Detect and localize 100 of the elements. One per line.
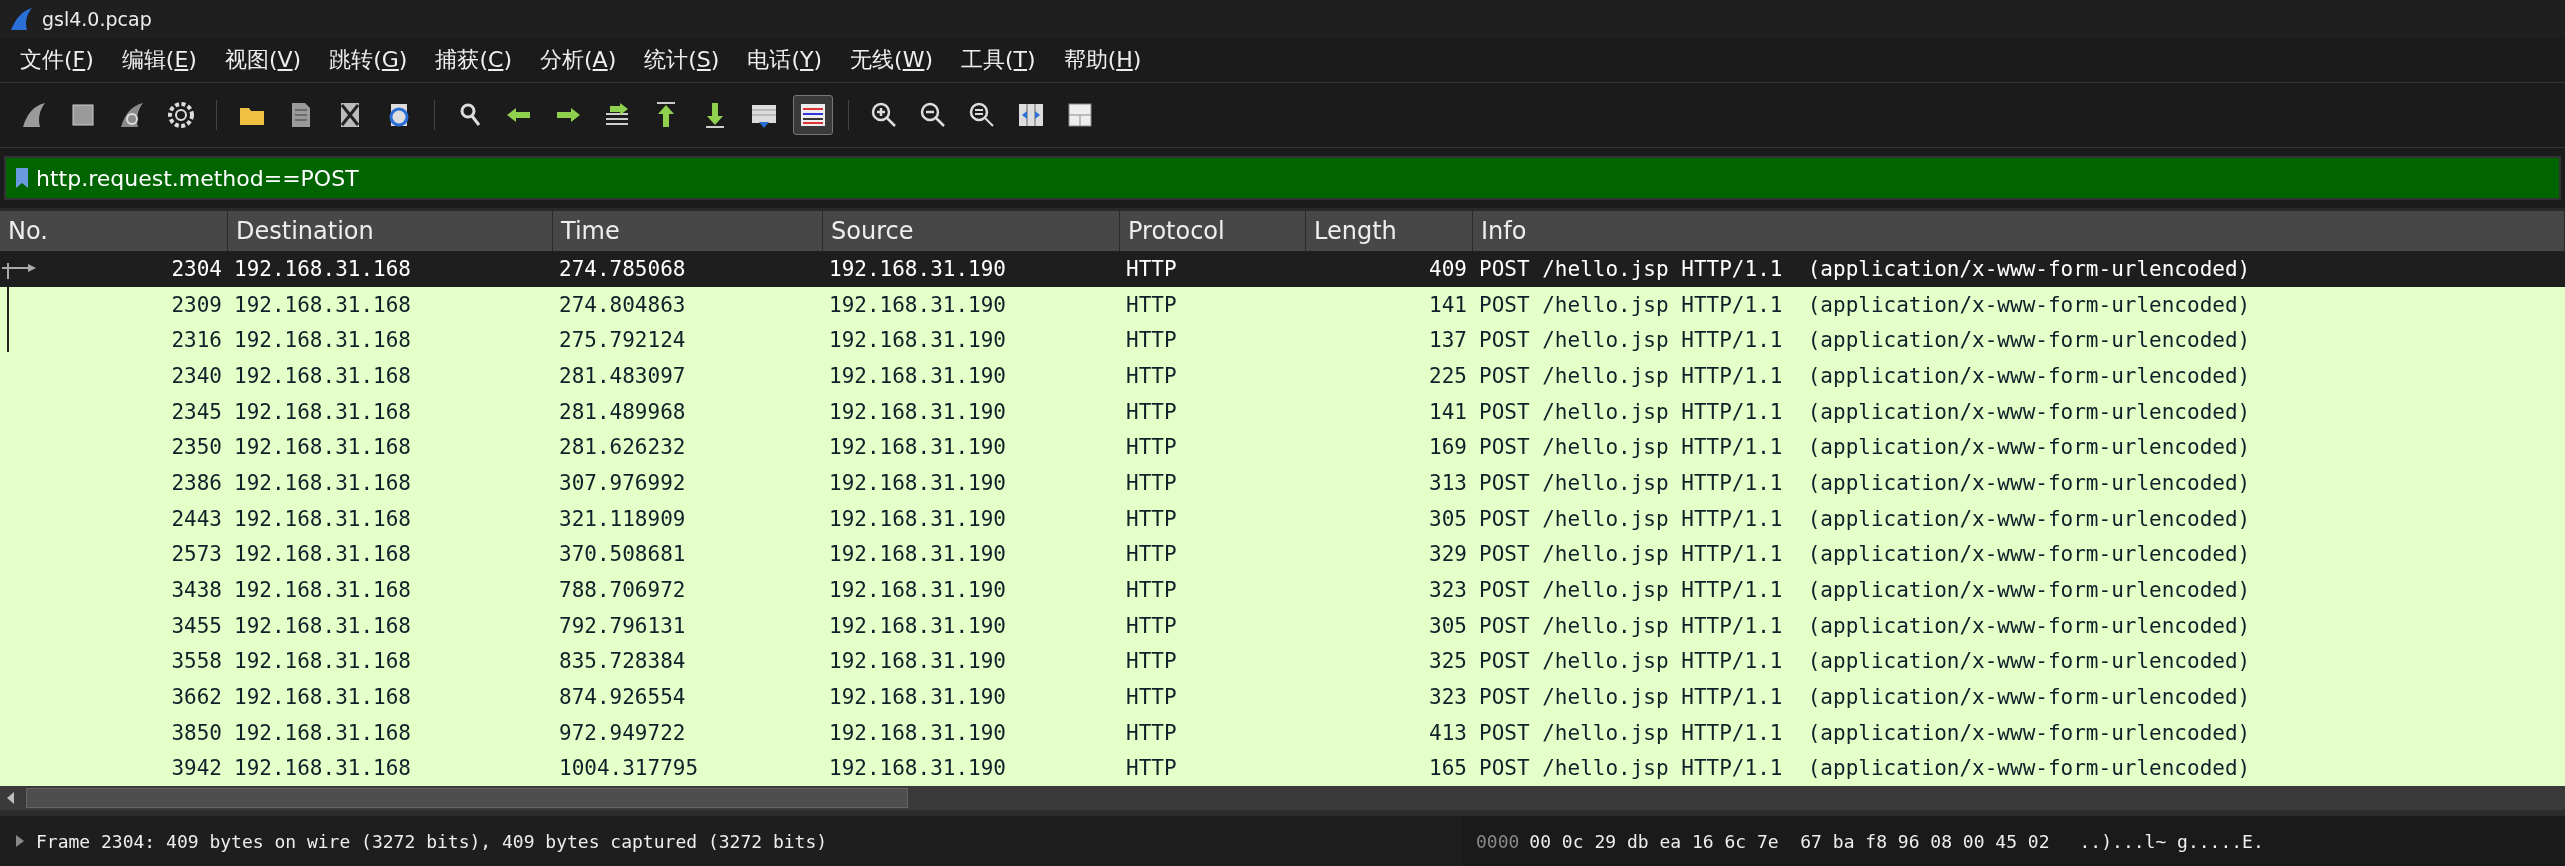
destination-cell: 192.168.31.168 [234,578,411,603]
info-cell: POST /hello.jsp HTTP/1.1 (application/x-www-form-urlencoded) [1479,256,2251,281]
number-cell: 3455 [171,613,222,638]
source-cell: 192.168.31.190 [829,470,1006,495]
number-cell: 3850 [171,720,222,745]
info-cell: POST /hello.jsp HTTP/1.1 (application/x-www-form-urlencoded) [1479,685,2251,710]
number-cell: 2340 [171,363,222,388]
info-cell: POST /hello.jsp HTTP/1.1 (application/x-www-form-urlencoded) [1479,578,2251,603]
bookmark-icon[interactable] [14,166,30,190]
number-cell: 3558 [171,649,222,674]
protocol-cell: HTTP [1126,578,1177,603]
protocol-cell: HTTP [1126,470,1177,495]
number-cell: 2386 [171,470,222,495]
menu-item[interactable]: 捕获(C) [435,45,512,75]
filter-field[interactable]: http.request.method==POST [4,156,2561,200]
time-cell: 835.728384 [559,649,686,674]
info-cell: POST /hello.jsp HTTP/1.1 (application/x-www-form-urlencoded) [1479,328,2251,353]
time-cell: 874.926554 [559,685,686,710]
time-cell: 274.785068 [559,256,686,281]
destination-cell: 192.168.31.168 [234,435,411,460]
destination-cell: 192.168.31.168 [234,756,411,781]
menu-item[interactable]: 跳转(G) [329,45,408,75]
time-cell: 792.796131 [559,613,686,638]
protocol-cell: HTTP [1126,649,1177,674]
source-cell: 192.168.31.190 [829,328,1006,353]
length-cell: 323 [1429,578,1467,603]
menu-item[interactable]: 文件(F) [20,45,94,75]
destination-cell: 192.168.31.168 [234,292,411,317]
destination-cell: 192.168.31.168 [234,399,411,424]
number-cell: 2573 [171,542,222,567]
length-cell: 225 [1429,363,1467,388]
scrollbar-thumb[interactable] [26,788,908,809]
toolbar-button[interactable] [793,95,833,135]
number-cell: 2345 [171,399,222,424]
protocol-cell: HTTP [1126,435,1177,460]
gear-icon [166,100,196,130]
packet-row[interactable]: 2304 192.168.31.168 274.785068 192.168.31.190 HTTP 409 POST /hello.jsp HTTP/1.1 (application/x-www-form-urlencoded) [0,251,2565,287]
byte-offset: 0000 [1476,830,1520,852]
source-cell: 192.168.31.190 [829,756,1006,781]
info-cell: POST /hello.jsp HTTP/1.1 (application/x-www-form-urlencoded) [1479,720,2251,745]
hex-bytes: 00 0c 29 db ea 16 6c 7e 67 ba f8 96 08 00 45 02 [1529,830,2050,852]
source-cell: 192.168.31.190 [829,435,1006,460]
destination-cell: 192.168.31.168 [234,506,411,531]
menu-item[interactable]: 帮助(H) [1063,45,1142,75]
protocol-cell: HTTP [1126,720,1177,745]
filter-input[interactable]: http.request.method==POST [36,160,2559,196]
destination-cell: 192.168.31.168 [234,470,411,495]
menu-item[interactable]: 编辑(E) [121,45,197,75]
destination-cell: 192.168.31.168 [234,542,411,567]
menu-item[interactable]: 视图(V) [224,45,302,75]
info-cell: POST /hello.jsp HTTP/1.1 (application/x-www-form-urlencoded) [1479,399,2251,424]
menu-item[interactable]: 分析(A) [540,45,617,75]
info-cell: POST /hello.jsp HTTP/1.1 (application/x-www-form-urlencoded) [1479,756,2251,781]
number-cell: 2309 [171,292,222,317]
time-cell: 281.489968 [559,399,686,424]
source-cell: 192.168.31.190 [829,578,1006,603]
length-cell: 305 [1429,613,1467,638]
source-cell: 192.168.31.190 [829,720,1006,745]
time-cell: 321.118909 [559,506,686,531]
layout-icon [1065,100,1095,130]
length-cell: 313 [1429,470,1467,495]
info-cell: POST /hello.jsp HTTP/1.1 (application/x-www-form-urlencoded) [1479,649,2251,674]
protocol-cell: HTTP [1126,685,1177,710]
source-cell: 192.168.31.190 [829,613,1006,638]
source-cell: 192.168.31.190 [829,649,1006,674]
time-cell: 281.483097 [559,363,686,388]
destination-cell: 192.168.31.168 [234,720,411,745]
length-cell: 137 [1429,328,1467,353]
time-cell: 274.804863 [559,292,686,317]
source-cell: 192.168.31.190 [829,256,1006,281]
info-cell: POST /hello.jsp HTTP/1.1 (application/x-www-form-urlencoded) [1479,470,2251,495]
menu-item[interactable]: 统计(S) [644,45,720,75]
info-cell: POST /hello.jsp HTTP/1.1 (application/x-www-form-urlencoded) [1479,542,2251,567]
protocol-cell: HTTP [1126,363,1177,388]
source-cell: 192.168.31.190 [829,399,1006,424]
info-cell: POST /hello.jsp HTTP/1.1 (application/x-www-form-urlencoded) [1479,506,2251,531]
frame-summary[interactable]: Frame 2304: 409 bytes on wire (3272 bits), 409 bytes captured (3272 bits) [36,830,828,852]
destination-cell: 192.168.31.168 [234,363,411,388]
expand-icon[interactable] [14,834,26,849]
destination-cell: 192.168.31.168 [234,649,411,674]
source-cell: 192.168.31.190 [829,363,1006,388]
app-icon [8,6,34,32]
length-cell: 141 [1429,399,1467,424]
time-cell: 281.626232 [559,435,686,460]
time-cell: 370.508681 [559,542,686,567]
protocol-cell: HTTP [1126,292,1177,317]
menu-item[interactable]: 工具(T) [961,45,1036,75]
horizontal-scrollbar[interactable] [0,786,2565,811]
source-cell: 192.168.31.190 [829,542,1006,567]
destination-cell: 192.168.31.168 [234,328,411,353]
menu-item[interactable]: 电话(Y) [747,45,823,75]
time-cell: 1004.317795 [559,756,699,781]
number-cell: 3438 [171,578,222,603]
menu-item[interactable]: 无线(W) [850,45,933,75]
source-cell: 192.168.31.190 [829,685,1006,710]
length-cell: 329 [1429,542,1467,567]
protocol-cell: HTTP [1126,399,1177,424]
destination-cell: 192.168.31.168 [234,685,411,710]
ascii-bytes: ..)...l~ g.....E. [2079,830,2264,852]
number-cell: 2443 [171,506,222,531]
